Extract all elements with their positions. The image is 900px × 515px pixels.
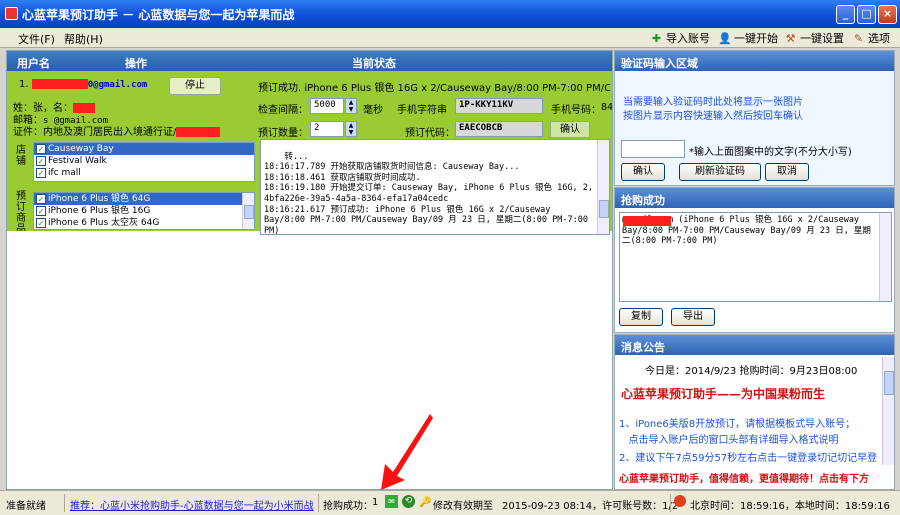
phone-no-value: 84 — [601, 102, 612, 113]
col-action: 操作 — [125, 57, 147, 70]
plus-icon: ✚ — [651, 31, 662, 45]
list-item[interactable]: ✓ iPhone 6 Plus 太空灰 64G — [34, 217, 254, 229]
title-bar: 心蓝苹果预订助手 － 心蓝数据与您一起为苹果而战 _ □ × — [0, 0, 900, 28]
store-list[interactable]: ✓ Causeway Bay ✓ Festival Walk ✓ ifc mall — [33, 142, 255, 182]
clock-icon — [674, 495, 686, 507]
log-output: 转... 18:16:17.789 开始获取店铺取货时间信息: Causeway… — [260, 139, 610, 235]
captcha-confirm-button[interactable]: 确认 — [621, 163, 665, 181]
phone-code-input[interactable]: 1P-KKY11KV — [455, 98, 543, 114]
list-item[interactable]: ✓ iPhone 6 Plus 银色 64G — [34, 193, 254, 205]
scrollbar[interactable] — [242, 193, 254, 229]
col-user: 用户名 — [17, 57, 50, 70]
user-icon: 👤 — [718, 31, 732, 45]
code-label: 预订代码： — [405, 128, 455, 139]
list-item[interactable]: ✓ ifc mall — [34, 167, 254, 179]
list-item[interactable]: ✓ iPhone 6 Plus 银色 16G — [34, 205, 254, 217]
account-id: 证件：内地及澳门居民出入境通行证/ — [13, 123, 221, 138]
captcha-info-2: 按图片显示内容快速输入然后按回车确认 — [623, 111, 803, 122]
copy-button[interactable]: 复制 — [619, 308, 663, 326]
expire-date: 2015-09-23 08:14，许可账号数：1/2 — [502, 501, 679, 512]
redacted-mark — [623, 216, 671, 226]
stores-label: 店铺 — [16, 145, 26, 167]
menu-bar: 文件(F) 帮助(H) ✚ 导入账号 👤 一键开始 ⚒ 一键设置 ✎ 选项 — [0, 28, 900, 48]
code-input[interactable]: EAECOBCB — [455, 121, 543, 137]
captcha-panel: 验证码输入区域 当需要输入验证码时此处将显示一张图片 按图片显示内容快速输入然后… — [614, 50, 895, 186]
checkbox[interactable]: ✓ — [36, 194, 46, 204]
list-item[interactable]: ✓ Festival Walk — [34, 155, 254, 167]
quantity-spinner[interactable]: ▲ ▼ — [345, 121, 357, 137]
quantity-input[interactable]: 2 — [310, 121, 344, 137]
account-table: 用户名 操作 当前状态 1. 0@gmail.com 停止 姓：张，名： 邮箱：… — [6, 50, 613, 490]
notice-item-2: 2、建议下午7点59分57秒左右点击一键登录切记切记早登 — [619, 453, 878, 464]
checkbox[interactable]: ✓ — [36, 144, 46, 154]
success-panel: 抢购成功 @gmail.com (iPhone 6 Plus 银色 16G x … — [614, 187, 895, 333]
menu-file[interactable]: 文件(F) — [18, 31, 55, 47]
success-count-label: 抢购成功： — [323, 501, 373, 512]
phone-no-label: 手机号码： — [551, 105, 601, 116]
time-display: 北京时间：18:59:16，本地时间：18:59:16 — [690, 501, 890, 512]
confirm-code-button[interactable]: 确认 — [550, 121, 590, 138]
table-header: 用户名 操作 当前状态 — [7, 51, 612, 71]
captcha-header: 验证码输入区域 — [615, 51, 894, 71]
notice-scrollbar[interactable] — [882, 357, 894, 465]
key-icon: 🔑 — [419, 497, 432, 508]
refresh-captcha-button[interactable]: 刷新验证码 — [679, 163, 761, 181]
col-status: 当前状态 — [352, 57, 396, 70]
notice-title: 心蓝苹果预订助手——为中国果粉而生 — [621, 387, 826, 401]
window-title: 心蓝苹果预订助手 － 心蓝数据与您一起为苹果而战 — [22, 8, 295, 22]
app-icon — [5, 7, 18, 20]
one-click-start-button[interactable]: 👤 一键开始 — [718, 30, 778, 46]
stop-button[interactable]: 停止 — [169, 77, 221, 95]
notice-panel: 消息公告 今日是：2014/9/23 抢购时间：9月23日08:00 心蓝苹果预… — [614, 334, 895, 490]
captcha-cancel-button[interactable]: 取消 — [765, 163, 809, 181]
checkbox[interactable]: ✓ — [36, 156, 46, 166]
red-arrow-annotation — [381, 414, 433, 490]
success-scrollbar[interactable] — [879, 213, 891, 301]
log-scrollbar[interactable] — [597, 140, 609, 234]
captcha-info-1: 当需要输入验证码时此处将显示一张图片 — [623, 97, 803, 108]
checkbox[interactable]: ✓ — [36, 168, 46, 178]
ms-label: 毫秒 — [363, 105, 383, 116]
tools-icon: ✎ — [853, 31, 864, 45]
export-button[interactable]: 导出 — [671, 308, 715, 326]
phone-code-label: 手机字符串 — [397, 105, 447, 116]
status-bar: 准备就绪 推荐：心蓝小米抢购助手-心蓝数据与您一起为小米而战 抢购成功： 1 ✉… — [0, 490, 900, 515]
checkbox[interactable]: ✓ — [36, 206, 46, 216]
interval-label: 检查间隔： — [258, 105, 308, 116]
notice-marquee: 心蓝苹果预订助手，值得信赖，更值得期待！点击有下方 — [619, 474, 869, 485]
notice-item-1: 1、iPone6美版8开放预订，请根据模板式导入账号； — [619, 419, 856, 430]
expire-label[interactable]: 修改有效期至 — [433, 497, 493, 512]
options-button[interactable]: ✎ 选项 — [852, 30, 890, 46]
notice-header: 消息公告 — [615, 335, 894, 355]
interval-input[interactable]: 5000 — [310, 98, 344, 114]
products-label: 预订商品 — [16, 191, 26, 231]
list-item[interactable]: ✓ Causeway Bay — [34, 143, 254, 155]
interval-spinner[interactable]: ▲ ▼ — [345, 98, 357, 114]
checkbox[interactable]: ✓ — [36, 218, 46, 228]
account-email: 1. 0@gmail.com — [19, 79, 148, 90]
success-header: 抢购成功 — [615, 188, 894, 208]
menu-help[interactable]: 帮助(H) — [64, 31, 103, 47]
recommend-link[interactable]: 推荐：心蓝小米抢购助手-心蓝数据与您一起为小米而战 — [70, 497, 314, 512]
one-click-settings-button[interactable]: ⚒ 一键设置 — [784, 30, 844, 46]
import-account-button[interactable]: ✚ 导入账号 — [650, 30, 710, 46]
product-list[interactable]: ✓ iPhone 6 Plus 银色 64G ✓ iPhone 6 Plus 银色 … — [33, 192, 255, 230]
maximize-button[interactable]: □ — [857, 5, 876, 24]
notice-item-1b: 点击导入账户后的窗口头部有详细导入格式说明 — [619, 435, 839, 446]
notice-date: 今日是：2014/9/23 抢购时间：9月23日08:00 — [645, 366, 858, 377]
status-ready: 准备就绪 — [6, 501, 46, 512]
success-output: @gmail.com (iPhone 6 Plus 银色 16G x 2/Cau… — [619, 212, 892, 302]
status-text: 预订成功. iPhone 6 Plus 银色 16G x 2/Causeway … — [258, 83, 610, 94]
mail-icon[interactable]: ✉ — [385, 495, 398, 508]
captcha-input[interactable] — [621, 140, 685, 158]
captcha-hint: *输入上面图案中的文字(不分大小写) — [689, 147, 852, 158]
close-button[interactable]: × — [878, 5, 897, 24]
success-count: 1 — [372, 497, 379, 508]
settings-icon: ⚒ — [785, 31, 796, 45]
minimize-button[interactable]: _ — [836, 5, 855, 24]
quantity-label: 预订数量： — [258, 128, 308, 139]
share-icon[interactable]: ⟲ — [402, 495, 415, 508]
redacted-mark — [31, 79, 88, 89]
